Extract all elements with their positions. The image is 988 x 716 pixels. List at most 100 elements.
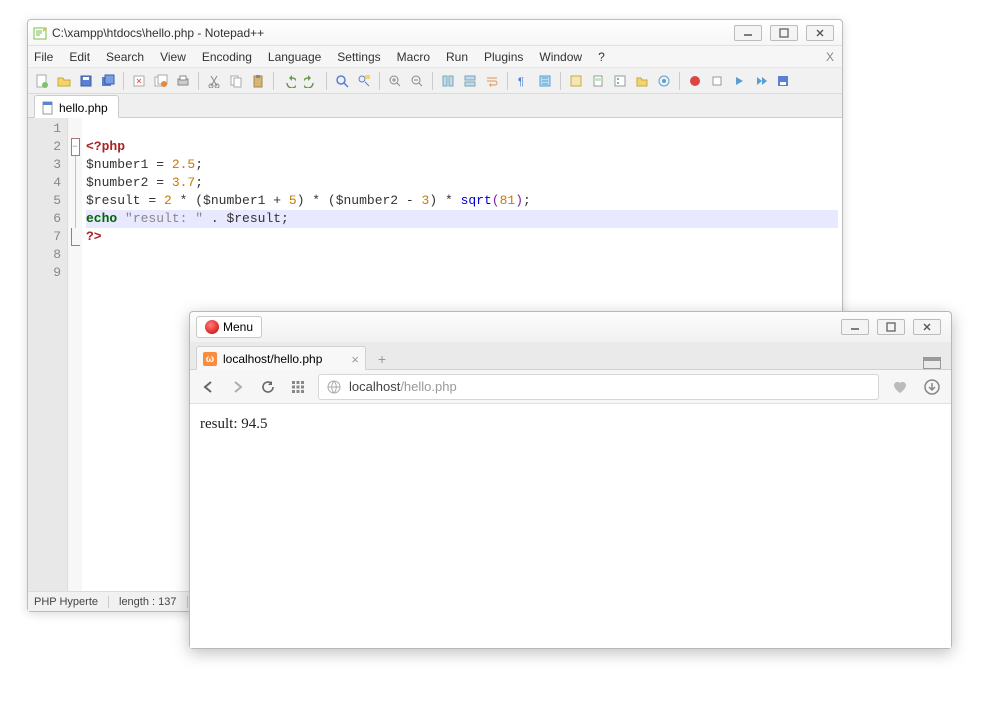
reload-button[interactable] xyxy=(258,377,278,397)
notepadpp-titlebar[interactable]: C:\xampp\htdocs\hello.php - Notepad++ xyxy=(28,20,842,46)
save-all-icon[interactable] xyxy=(98,71,118,91)
sync-hscroll-icon[interactable] xyxy=(460,71,480,91)
close-button[interactable] xyxy=(806,25,834,41)
line-number: 2 xyxy=(28,138,61,156)
line-number: 1 xyxy=(28,120,61,138)
downloads-icon[interactable] xyxy=(921,376,943,398)
xampp-favicon-icon: ω xyxy=(203,352,217,366)
speed-dial-icon[interactable] xyxy=(288,377,308,397)
maximize-button[interactable] xyxy=(877,319,905,335)
new-file-icon[interactable] xyxy=(32,71,52,91)
toolbar-separator xyxy=(560,72,561,90)
open-file-icon[interactable] xyxy=(54,71,74,91)
browser-tab-label: localhost/hello.php xyxy=(223,352,322,366)
globe-icon xyxy=(327,380,341,394)
code-line: ?> xyxy=(86,228,838,246)
browser-tab[interactable]: ω localhost/hello.php × xyxy=(196,346,366,370)
url-input[interactable]: localhost/hello.php xyxy=(318,374,879,400)
minimize-button[interactable] xyxy=(841,319,869,335)
back-button[interactable] xyxy=(198,377,218,397)
code-line-current: echo "result: " . $result; xyxy=(86,210,838,228)
bookmark-heart-icon[interactable] xyxy=(889,376,911,398)
opera-logo-icon xyxy=(205,320,219,334)
menu-run[interactable]: Run xyxy=(446,50,468,64)
doc-map-icon[interactable] xyxy=(588,71,608,91)
menu-close-doc[interactable]: X xyxy=(826,50,834,64)
code-line: $result = 2 * ($number1 + 5) * ($number2… xyxy=(86,192,838,210)
browser-tabs: ω localhost/hello.php × + xyxy=(190,342,951,370)
panel-toggle-icon[interactable] xyxy=(923,357,941,369)
file-icon xyxy=(41,101,55,115)
menu-encoding[interactable]: Encoding xyxy=(202,50,252,64)
sync-vscroll-icon[interactable] xyxy=(438,71,458,91)
code-line xyxy=(86,120,838,138)
menu-help[interactable]: ? xyxy=(598,50,605,64)
close-all-icon[interactable] xyxy=(151,71,171,91)
user-lang-icon[interactable] xyxy=(566,71,586,91)
folder-workspace-icon[interactable] xyxy=(632,71,652,91)
monitoring-icon[interactable] xyxy=(654,71,674,91)
menu-view[interactable]: View xyxy=(160,50,186,64)
tab-hello-php[interactable]: hello.php xyxy=(34,95,119,118)
toolbar-separator xyxy=(507,72,508,90)
replace-icon[interactable] xyxy=(354,71,374,91)
menu-plugins[interactable]: Plugins xyxy=(484,50,523,64)
close-button[interactable] xyxy=(913,319,941,335)
browser-titlebar[interactable]: Menu xyxy=(190,312,951,342)
paste-icon[interactable] xyxy=(248,71,268,91)
wordwrap-icon[interactable] xyxy=(482,71,502,91)
code-line: $number1 = 2.5; xyxy=(86,156,838,174)
menu-window[interactable]: Window xyxy=(539,50,582,64)
save-icon[interactable] xyxy=(76,71,96,91)
redo-icon[interactable] xyxy=(301,71,321,91)
toolbar-separator xyxy=(679,72,680,90)
find-icon[interactable] xyxy=(332,71,352,91)
minimize-button[interactable] xyxy=(734,25,762,41)
stop-macro-icon[interactable] xyxy=(707,71,727,91)
menu-macro[interactable]: Macro xyxy=(397,50,430,64)
toolbar: ¶ xyxy=(28,68,842,94)
print-icon[interactable] xyxy=(173,71,193,91)
zoom-in-icon[interactable] xyxy=(385,71,405,91)
maximize-button[interactable] xyxy=(770,25,798,41)
record-macro-icon[interactable] xyxy=(685,71,705,91)
tab-close-icon[interactable]: × xyxy=(351,352,359,367)
status-language: PHP Hyperte xyxy=(34,596,109,608)
fold-end-icon xyxy=(71,228,80,246)
close-file-icon[interactable] xyxy=(129,71,149,91)
menu-search[interactable]: Search xyxy=(106,50,144,64)
line-number: 9 xyxy=(28,264,61,282)
menu-language[interactable]: Language xyxy=(268,50,321,64)
new-tab-button[interactable]: + xyxy=(372,349,392,369)
play-macro-icon[interactable] xyxy=(729,71,749,91)
line-number: 8 xyxy=(28,246,61,264)
code-line: <?php xyxy=(86,138,838,156)
copy-icon[interactable] xyxy=(226,71,246,91)
status-length: length : 137 xyxy=(119,596,188,608)
code-line xyxy=(86,264,838,282)
cut-icon[interactable] xyxy=(204,71,224,91)
indent-guide-icon[interactable] xyxy=(535,71,555,91)
show-all-chars-icon[interactable]: ¶ xyxy=(513,71,533,91)
browser-page-content: result: 94.5 xyxy=(190,404,951,648)
func-list-icon[interactable] xyxy=(610,71,630,91)
menu-settings[interactable]: Settings xyxy=(337,50,380,64)
url-text: localhost/hello.php xyxy=(349,379,457,394)
save-macro-icon[interactable] xyxy=(773,71,793,91)
opera-menu-button[interactable]: Menu xyxy=(196,316,262,338)
zoom-out-icon[interactable] xyxy=(407,71,427,91)
toolbar-separator xyxy=(273,72,274,90)
menu-file[interactable]: File xyxy=(34,50,53,64)
play-multi-icon[interactable] xyxy=(751,71,771,91)
menubar: File Edit Search View Encoding Language … xyxy=(28,46,842,68)
forward-button[interactable] xyxy=(228,377,248,397)
line-number: 5 xyxy=(28,192,61,210)
code-line xyxy=(86,246,838,264)
tab-label: hello.php xyxy=(59,101,108,115)
menu-edit[interactable]: Edit xyxy=(69,50,90,64)
toolbar-separator xyxy=(198,72,199,90)
line-number: 7 xyxy=(28,228,61,246)
fold-toggle-icon[interactable]: − xyxy=(71,138,80,156)
code-line: $number2 = 3.7; xyxy=(86,174,838,192)
undo-icon[interactable] xyxy=(279,71,299,91)
